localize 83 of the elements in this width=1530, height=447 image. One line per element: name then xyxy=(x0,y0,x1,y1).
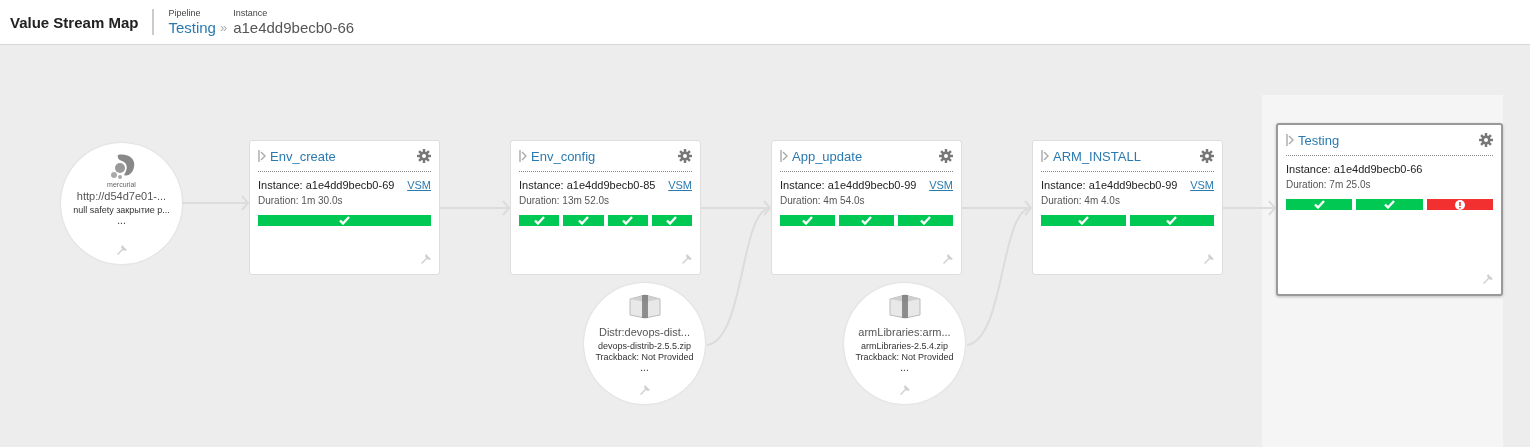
pipeline-icon xyxy=(1041,149,1049,163)
duration-text: Duration: 13m 52.0s xyxy=(519,194,611,208)
material-title: armLibraries:arm... xyxy=(858,325,951,339)
pipeline-icon xyxy=(258,149,266,163)
check-icon xyxy=(533,216,545,225)
check-icon xyxy=(920,216,931,225)
check-icon xyxy=(1166,216,1178,225)
check-icon xyxy=(577,216,589,225)
duration-text: Duration: 4m 54.0s xyxy=(780,194,866,208)
check-icon xyxy=(1077,216,1089,225)
instance-text: Instance: a1e4dd9becb0-69 xyxy=(258,178,395,193)
stage-status-bar[interactable] xyxy=(839,215,894,226)
pipeline-name-link[interactable]: App_update xyxy=(792,148,863,164)
stage-status-bar[interactable] xyxy=(780,215,835,226)
check-icon xyxy=(622,216,634,225)
material-detail: devops-distrib-2.5.5.zip xyxy=(597,341,691,352)
pin-icon[interactable] xyxy=(639,385,650,395)
instance-text: Instance: a1e4dd9becb0-85 xyxy=(519,178,656,193)
stage-status-bar[interactable] xyxy=(563,215,604,226)
stage-status-bar[interactable] xyxy=(1356,199,1423,210)
duration-text: Duration: 4m 4.0s xyxy=(1041,194,1121,208)
check-icon xyxy=(802,216,813,225)
stage-status-bar[interactable] xyxy=(1426,199,1493,210)
breadcrumb-separator: » xyxy=(219,20,228,35)
material-node[interactable]: Distr:devops-dist... devops-distrib-2.5.5.zip Trackback: Not Provided ... xyxy=(584,283,705,404)
more-indicator: ... xyxy=(640,363,649,372)
check-icon xyxy=(861,216,872,225)
stage-status-bar[interactable] xyxy=(651,215,692,226)
vsm-link[interactable]: VSM xyxy=(1190,179,1214,191)
stage-status-bar[interactable] xyxy=(1041,215,1126,226)
pipeline-name-link[interactable]: Testing xyxy=(1298,132,1340,148)
settings-icon[interactable] xyxy=(1200,149,1214,163)
settings-icon[interactable] xyxy=(678,149,692,163)
pipeline-icon xyxy=(1286,133,1294,147)
stage-status-bar[interactable] xyxy=(607,215,648,226)
stage-status-bar[interactable] xyxy=(519,215,560,226)
pipeline-name-link[interactable]: Env_create xyxy=(270,148,336,164)
instance-text: Instance: a1e4dd9becb0-66 xyxy=(1286,162,1423,177)
pipeline-name-link[interactable]: ARM_INSTALL xyxy=(1053,148,1141,164)
vsm-link[interactable]: VSM xyxy=(407,179,431,191)
material-detail: Trackback: Not Provided xyxy=(855,352,954,363)
material-detail: null safety закрытие p... xyxy=(73,205,170,216)
pin-icon[interactable] xyxy=(116,245,127,255)
settings-icon[interactable] xyxy=(417,149,431,163)
pin-icon[interactable] xyxy=(943,254,953,264)
page-title: Value Stream Map xyxy=(10,13,139,31)
warning-icon xyxy=(1454,199,1465,210)
instance-label: Instance xyxy=(233,7,269,19)
pin-icon[interactable] xyxy=(1483,274,1493,284)
pipeline-icon xyxy=(519,149,527,163)
check-icon xyxy=(1313,200,1325,209)
material-node[interactable]: armLibraries:arm... armLibraries-2.5.4.zip Trackback: Not Provided ... xyxy=(844,283,965,404)
duration-text: Duration: 7m 25.0s xyxy=(1286,178,1372,192)
settings-icon[interactable] xyxy=(1479,133,1493,147)
check-icon xyxy=(1384,200,1395,209)
pipeline-name-link[interactable]: Env_config xyxy=(531,148,596,164)
vsm-link[interactable]: VSM xyxy=(668,179,692,191)
check-icon xyxy=(666,216,678,225)
instance-text: Instance: a1e4dd9becb0-99 xyxy=(780,178,917,193)
pin-icon[interactable] xyxy=(1204,254,1214,264)
duration-text: Duration: 1m 30.0s xyxy=(258,194,344,208)
more-indicator: ... xyxy=(117,216,126,225)
instance-name: a1e4dd9becb0-66 xyxy=(233,18,355,37)
instance-text: Instance: a1e4dd9becb0-99 xyxy=(1041,178,1178,193)
material-title: http://d54d7e01-... xyxy=(76,189,167,203)
pipeline-link[interactable]: Testing xyxy=(168,18,216,37)
pin-icon[interactable] xyxy=(899,385,910,395)
package-icon xyxy=(887,293,922,319)
pipeline-label: Pipeline xyxy=(168,7,202,19)
stage-status-bar[interactable] xyxy=(1129,215,1214,226)
pin-icon[interactable] xyxy=(682,254,692,264)
settings-icon[interactable] xyxy=(939,149,953,163)
pin-icon[interactable] xyxy=(421,254,431,264)
check-icon xyxy=(339,216,350,225)
material-title: Distr:devops-dist... xyxy=(598,325,691,339)
vsm-link[interactable]: VSM xyxy=(929,179,953,191)
more-indicator: ... xyxy=(900,363,909,372)
pipeline-icon xyxy=(780,149,788,163)
material-detail: Trackback: Not Provided xyxy=(595,352,694,363)
material-detail: armLibraries-2.5.4.zip xyxy=(860,341,948,352)
package-icon xyxy=(627,293,662,319)
stage-status-bar[interactable] xyxy=(1286,199,1353,210)
stage-status-bar[interactable] xyxy=(898,215,953,226)
